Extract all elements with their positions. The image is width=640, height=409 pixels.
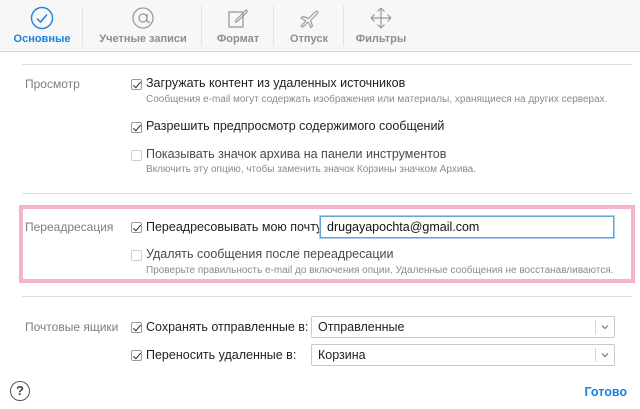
help-button[interactable]: ? — [10, 381, 30, 401]
tab-divider — [201, 6, 202, 46]
checkmark-circle-icon — [30, 6, 54, 30]
tab-accounts-label: Учетные записи — [99, 33, 187, 45]
save-sent-select[interactable]: Отправленные — [311, 316, 615, 338]
move-deleted-label: Переносить удаленные в: — [146, 348, 297, 362]
archive-icon-label: Показывать значок архива на панели инстр… — [146, 147, 447, 161]
tab-accounts[interactable]: Учетные записи — [88, 0, 198, 52]
move-deleted-value: Корзина — [318, 348, 366, 362]
forward-mail-checkbox[interactable] — [131, 222, 142, 233]
viewing-section-label: Просмотр — [25, 77, 80, 91]
mailboxes-section-label: Почтовые ящики — [25, 320, 119, 334]
forward-mail-label: Переадресовывать мою почту: — [146, 220, 326, 234]
tab-filters[interactable]: Фильтры — [348, 0, 414, 52]
load-remote-content-hint: Сообщения e-mail могут содержать изображ… — [146, 94, 608, 105]
archive-icon-checkbox[interactable] — [131, 150, 142, 161]
airplane-icon — [300, 10, 319, 29]
forwarding-section-label: Переадресация — [25, 220, 114, 234]
message-preview-checkbox[interactable] — [131, 122, 142, 133]
load-remote-content-checkbox[interactable] — [131, 79, 142, 90]
tab-filters-label: Фильтры — [355, 33, 407, 45]
compose-icon — [228, 9, 249, 28]
forward-email-input[interactable]: drugayapochta@gmail.com — [320, 216, 614, 238]
archive-icon-hint: Включить эту опцию, чтобы заменить значо… — [146, 164, 477, 175]
select-divider — [595, 348, 596, 362]
move-deleted-select[interactable]: Корзина — [311, 344, 615, 366]
tab-format-label: Формат — [216, 33, 260, 45]
save-sent-checkbox[interactable] — [131, 322, 142, 333]
tab-general-label: Основные — [13, 33, 71, 45]
select-divider — [595, 320, 596, 334]
section-divider — [22, 193, 632, 194]
done-button[interactable]: Готово — [584, 385, 627, 399]
section-divider — [22, 64, 632, 65]
preferences-toolbar: Основные Учетные записи Формат Отпуск Фи… — [0, 0, 640, 52]
tab-divider — [343, 6, 344, 46]
tab-vacation[interactable]: Отпуск — [278, 0, 340, 52]
delete-after-forward-checkbox[interactable] — [131, 250, 142, 261]
load-remote-content-label: Загружать контент из удаленных источнико… — [146, 76, 406, 90]
at-sign-icon — [132, 7, 154, 29]
save-sent-label: Сохранять отправленные в: — [146, 320, 309, 334]
tab-general[interactable]: Основные — [4, 0, 80, 52]
delete-after-forward-hint: Проверьте правильность e-mail до включен… — [146, 265, 614, 276]
tab-format[interactable]: Формат — [206, 0, 270, 52]
chevron-down-icon — [601, 353, 609, 358]
filter-arrows-icon — [370, 7, 392, 29]
message-preview-label: Разрешить предпросмотр содержимого сообщ… — [146, 119, 445, 133]
delete-after-forward-label: Удалять сообщения после переадресации — [146, 247, 394, 261]
tab-divider — [82, 6, 83, 46]
move-deleted-checkbox[interactable] — [131, 350, 142, 361]
chevron-down-icon — [601, 325, 609, 330]
section-divider — [22, 296, 632, 297]
save-sent-value: Отправленные — [318, 320, 405, 334]
tab-divider — [273, 6, 274, 46]
tab-vacation-label: Отпуск — [289, 33, 329, 45]
